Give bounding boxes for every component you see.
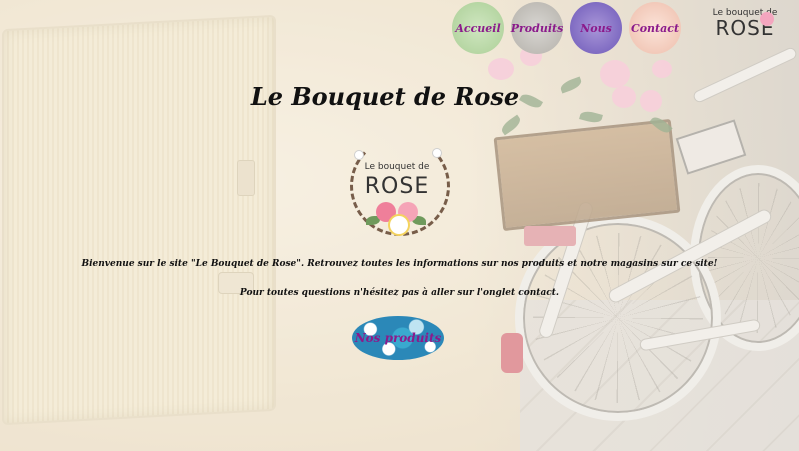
contact-hint-text: Pour toutes questions n'hésitez pas à al… (239, 288, 560, 298)
nav-nous[interactable]: Nous (570, 2, 622, 54)
center-logo-line1: Le bouquet de (364, 162, 430, 172)
flower-icon (432, 148, 442, 158)
flower-icon (760, 12, 774, 26)
nav-accueil[interactable]: Accueil (452, 2, 504, 54)
welcome-text: Bienvenue sur le site "Le Bouquet de Ros… (81, 259, 718, 269)
nav-contact-label: Contact (630, 21, 680, 35)
nos-produits-label: Nos produits (354, 331, 442, 345)
page-title: Le Bouquet de Rose (250, 82, 520, 111)
nav-accueil-label: Accueil (455, 21, 501, 35)
center-logo-line2: ROSE (364, 174, 430, 199)
nos-produits-button[interactable]: Nos produits (352, 316, 444, 360)
nav-produits-label: Produits (510, 21, 564, 35)
center-logo: Le bouquet de ROSE (342, 132, 452, 242)
header-logo[interactable]: Le bouquet de ROSE (700, 8, 790, 56)
nav-nous-label: Nous (580, 21, 612, 35)
main-nav: Accueil Produits Nous Contact (452, 2, 681, 54)
nav-contact[interactable]: Contact (629, 2, 681, 54)
flower-icon (354, 150, 364, 160)
flower-icon (388, 214, 410, 236)
nav-produits[interactable]: Produits (511, 2, 563, 54)
header-logo-line2: ROSE (715, 16, 775, 40)
